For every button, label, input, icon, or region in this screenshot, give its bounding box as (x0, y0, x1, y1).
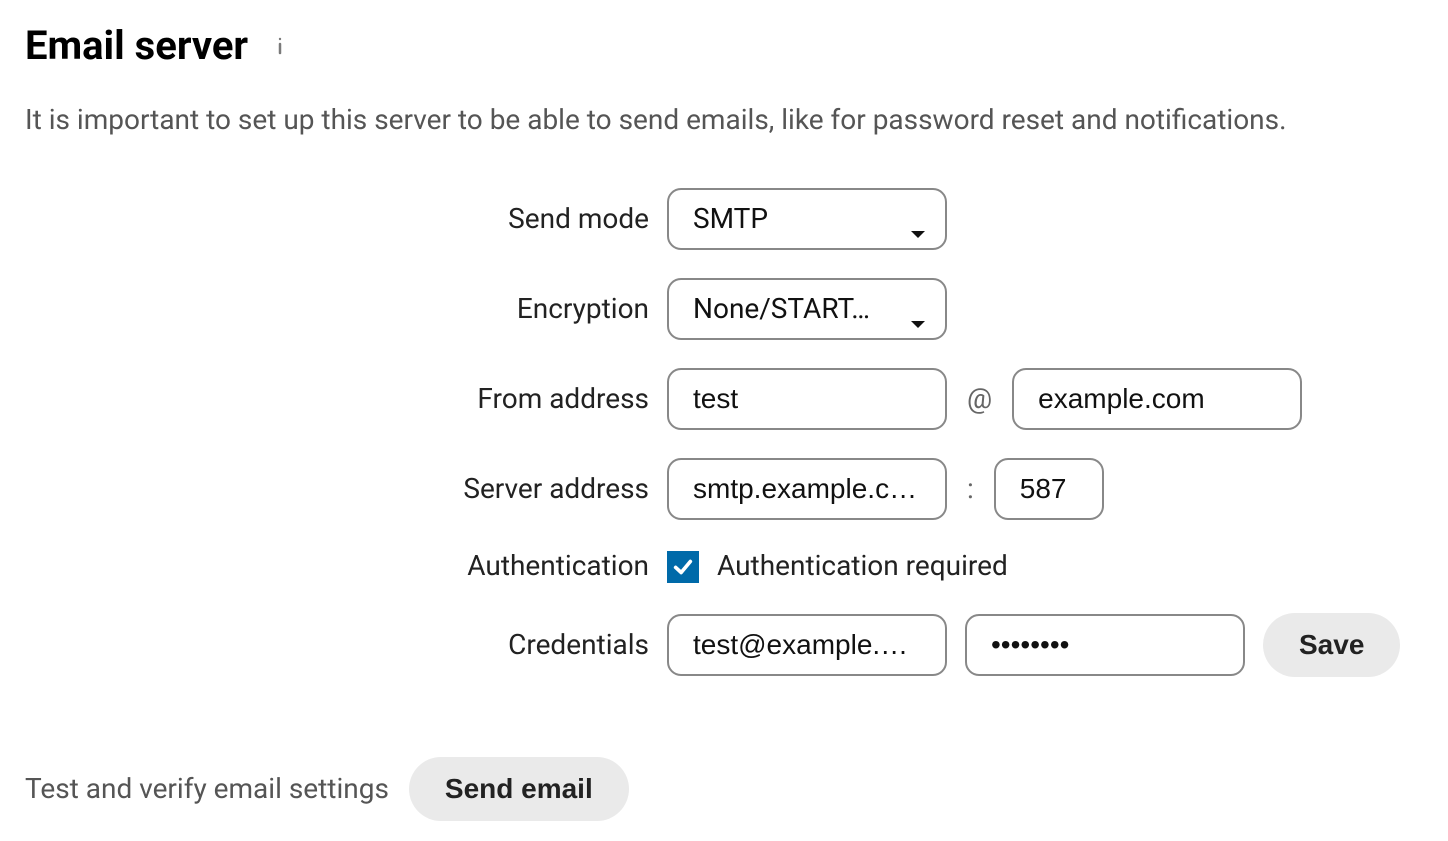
select-encryption-value: None/START… (693, 291, 870, 327)
bottom-row: Test and verify email settings Send emai… (25, 757, 1423, 821)
page-title: Email server (25, 20, 248, 72)
select-send-mode[interactable]: SMTP (667, 188, 947, 250)
row-authentication: Authentication Authentication required (25, 548, 1423, 584)
input-from-domain[interactable] (1012, 368, 1302, 430)
input-credentials-password[interactable] (965, 614, 1245, 676)
row-encryption: Encryption None/START… (25, 278, 1423, 340)
test-verify-label: Test and verify email settings (25, 771, 389, 807)
page-subtitle: It is important to set up this server to… (25, 102, 1423, 138)
label-authentication-required: Authentication required (717, 548, 1008, 584)
select-encryption[interactable]: None/START… (667, 278, 947, 340)
label-from-address: From address (25, 381, 649, 417)
input-server-address[interactable] (667, 458, 947, 520)
input-credentials-user[interactable] (667, 614, 947, 676)
row-send-mode: Send mode SMTP (25, 188, 1423, 250)
save-button[interactable]: Save (1263, 613, 1400, 677)
row-from-address: From address @ (25, 368, 1423, 430)
info-icon[interactable] (266, 32, 294, 60)
row-server-address: Server address : (25, 458, 1423, 520)
send-email-button[interactable]: Send email (409, 757, 629, 821)
title-row: Email server (25, 20, 1423, 72)
input-from-local[interactable] (667, 368, 947, 430)
select-send-mode-value: SMTP (693, 201, 768, 237)
row-credentials: Credentials Save (25, 613, 1423, 677)
email-server-form: Send mode SMTP Encryption None/START… Fr… (25, 188, 1423, 676)
colon-separator: : (965, 471, 976, 507)
at-separator: @ (965, 381, 994, 417)
label-authentication: Authentication (25, 548, 649, 584)
label-credentials: Credentials (25, 627, 649, 663)
chevron-down-icon (909, 213, 927, 225)
checkbox-authentication-required[interactable] (667, 551, 699, 583)
label-server-address: Server address (25, 471, 649, 507)
input-server-port[interactable] (994, 458, 1104, 520)
chevron-down-icon (909, 303, 927, 315)
label-send-mode: Send mode (25, 201, 649, 237)
label-encryption: Encryption (25, 291, 649, 327)
